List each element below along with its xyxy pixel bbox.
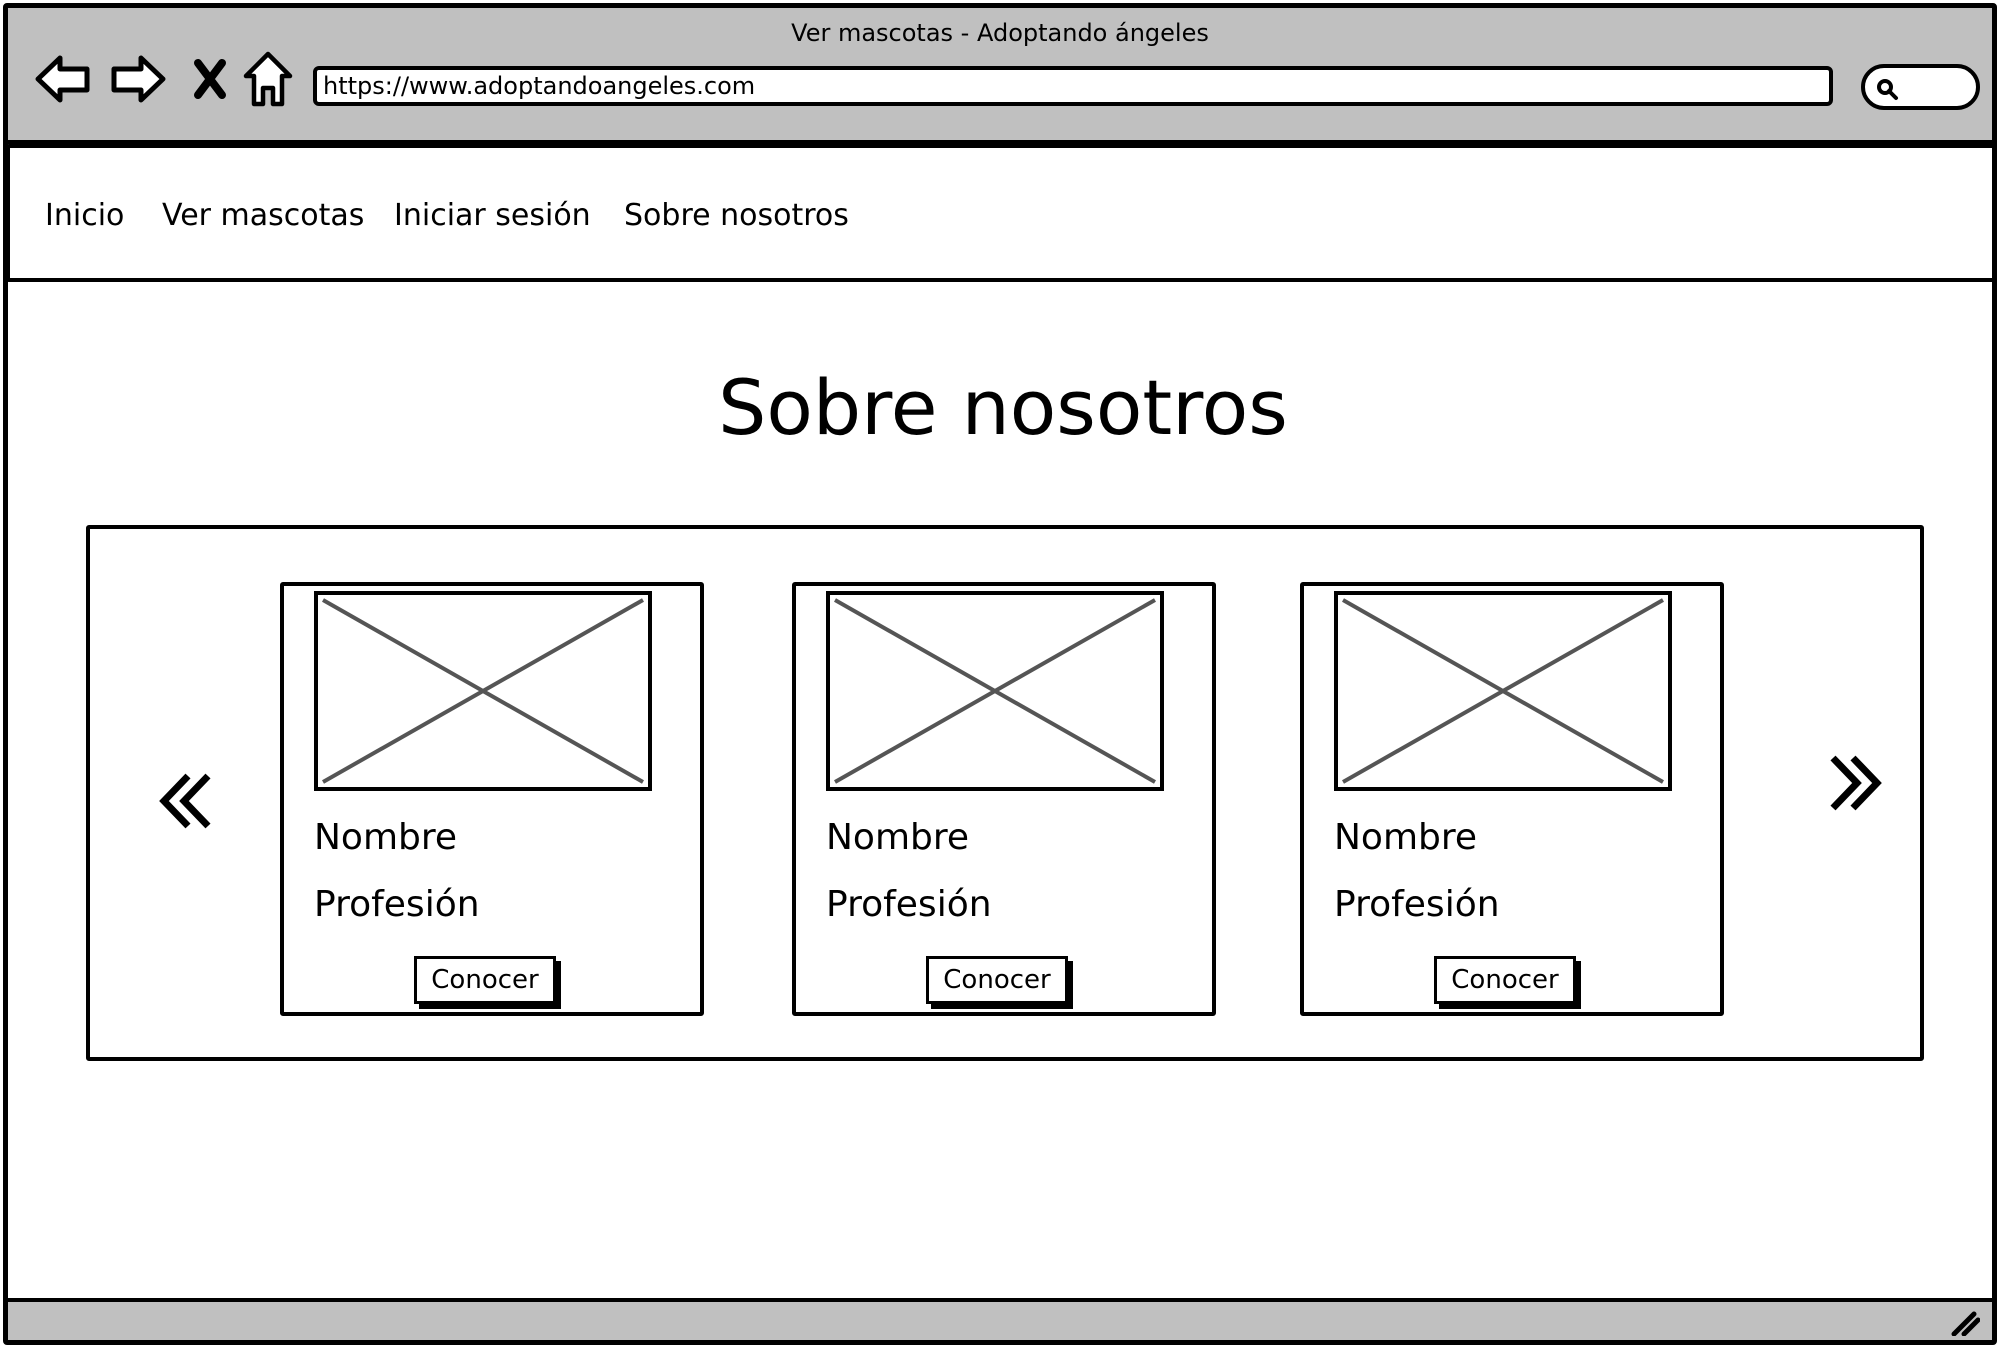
browser-window: Ver mascotas - Adoptando ángeles https:/… xyxy=(3,3,1997,1345)
conocer-button[interactable]: Conocer xyxy=(926,956,1068,1004)
member-name: Nombre xyxy=(1334,817,1478,858)
nav-link-inicio[interactable]: Inicio xyxy=(45,198,124,234)
double-chevron-left-icon[interactable] xyxy=(158,772,214,830)
address-bar[interactable]: https://www.adoptandoangeles.com xyxy=(313,66,1833,106)
image-placeholder xyxy=(314,591,652,791)
member-profession: Profesión xyxy=(314,884,480,925)
browser-toolbar: Ver mascotas - Adoptando ángeles https:/… xyxy=(8,8,1992,144)
team-carousel: Nombre Profesión Conocer Nombre Profesió… xyxy=(86,525,1924,1061)
site-navigation: Inicio Ver mascotas Iniciar sesión Sobre… xyxy=(8,144,1992,282)
page-title: Sobre nosotros xyxy=(718,363,1288,452)
back-arrow-icon[interactable] xyxy=(33,48,93,110)
close-x-icon[interactable] xyxy=(180,48,240,110)
team-member-card: Nombre Profesión Conocer xyxy=(280,582,704,1016)
window-title: Ver mascotas - Adoptando ángeles xyxy=(791,19,1209,47)
image-placeholder xyxy=(826,591,1164,791)
conocer-button[interactable]: Conocer xyxy=(414,956,556,1004)
nav-link-iniciar-sesion[interactable]: Iniciar sesión xyxy=(394,198,591,234)
team-member-card: Nombre Profesión Conocer xyxy=(792,582,1216,1016)
member-profession: Profesión xyxy=(1334,884,1500,925)
forward-arrow-icon[interactable] xyxy=(108,48,168,110)
image-placeholder xyxy=(1334,591,1672,791)
member-profession: Profesión xyxy=(826,884,992,925)
member-name: Nombre xyxy=(826,817,970,858)
nav-link-ver-mascotas[interactable]: Ver mascotas xyxy=(162,198,364,234)
double-chevron-right-icon[interactable] xyxy=(1827,754,1883,812)
search-icon xyxy=(1875,77,1899,105)
conocer-button[interactable]: Conocer xyxy=(1434,956,1576,1004)
team-member-card: Nombre Profesión Conocer xyxy=(1300,582,1724,1016)
home-icon[interactable] xyxy=(238,48,298,110)
member-name: Nombre xyxy=(314,817,458,858)
nav-link-sobre-nosotros[interactable]: Sobre nosotros xyxy=(624,198,849,234)
resize-grip-icon[interactable] xyxy=(1950,1310,1981,1340)
browser-search-field[interactable] xyxy=(1861,64,1980,110)
status-bar xyxy=(8,1298,1992,1340)
